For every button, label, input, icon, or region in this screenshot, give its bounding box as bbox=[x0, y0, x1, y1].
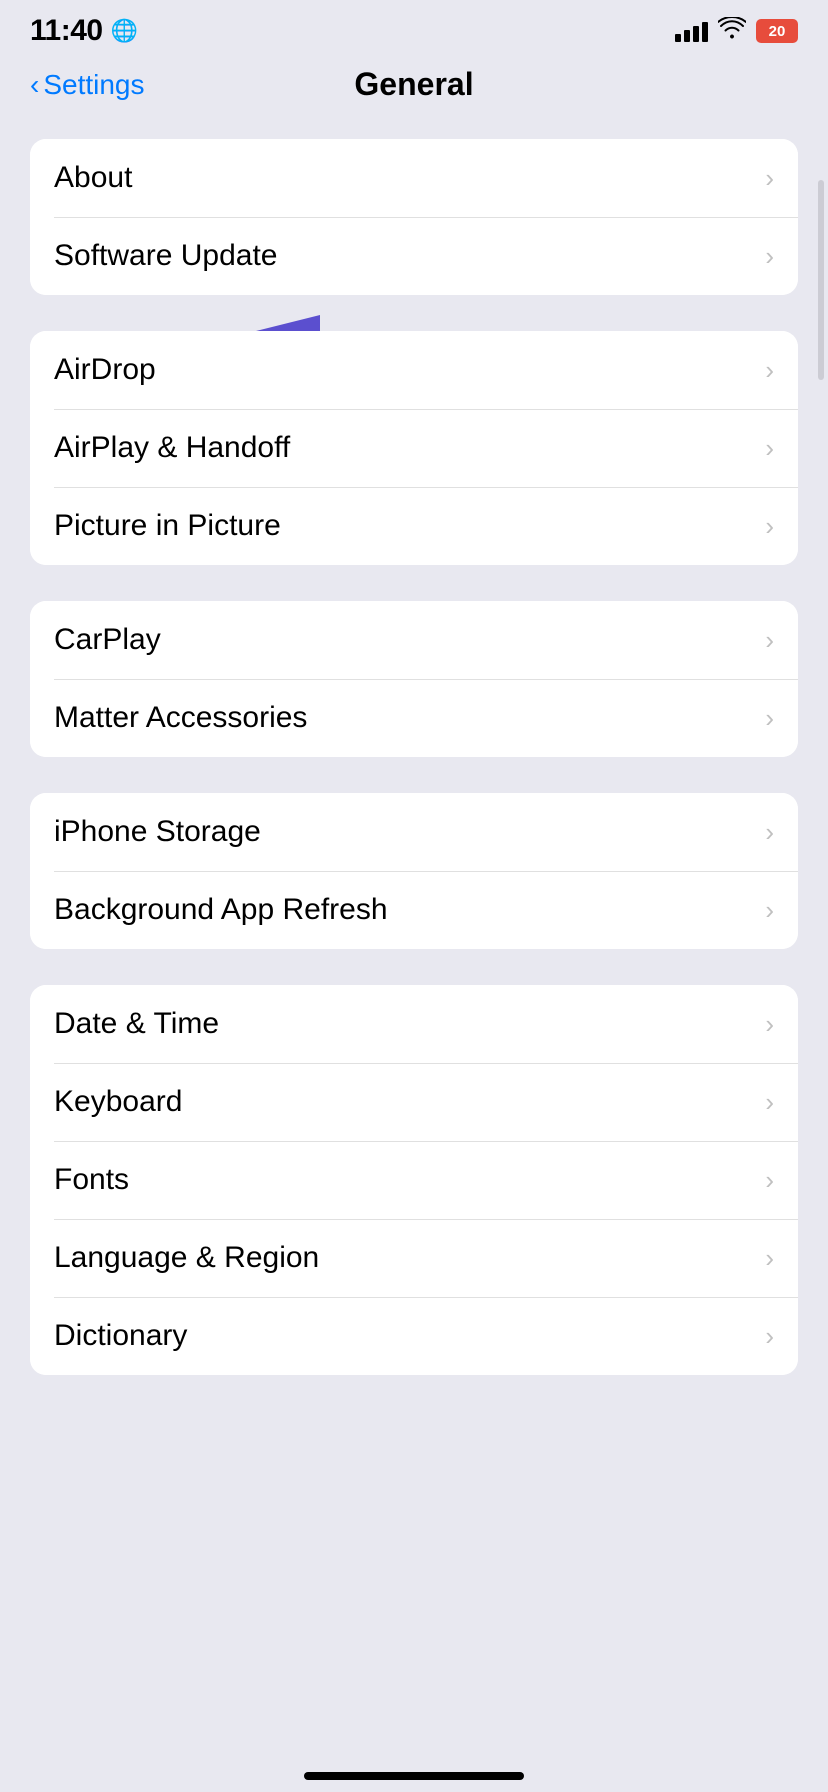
date-time-label: Date & Time bbox=[54, 1007, 219, 1041]
about-row[interactable]: About › bbox=[30, 139, 798, 217]
airplay-handoff-chevron-icon: › bbox=[765, 433, 774, 464]
status-icons: 20 bbox=[675, 17, 798, 45]
language-region-row[interactable]: Language & Region › bbox=[30, 1219, 798, 1297]
fonts-row[interactable]: Fonts › bbox=[30, 1141, 798, 1219]
settings-group-3: CarPlay › Matter Accessories › bbox=[30, 601, 798, 757]
back-button[interactable]: ‹ Settings bbox=[30, 69, 145, 101]
fonts-chevron-icon: › bbox=[765, 1165, 774, 1196]
dictionary-label: Dictionary bbox=[54, 1319, 187, 1353]
software-update-label: Software Update bbox=[54, 239, 277, 273]
picture-in-picture-right: › bbox=[765, 511, 774, 542]
software-update-right: › bbox=[765, 241, 774, 272]
carplay-chevron-icon: › bbox=[765, 625, 774, 656]
airplay-handoff-row[interactable]: AirPlay & Handoff › bbox=[30, 409, 798, 487]
software-update-row[interactable]: Software Update › bbox=[30, 217, 798, 295]
status-bar: 11:40 🌐 20 bbox=[0, 0, 828, 56]
keyboard-chevron-icon: › bbox=[765, 1087, 774, 1118]
home-indicator bbox=[304, 1772, 524, 1780]
signal-bars-icon bbox=[675, 20, 708, 42]
background-app-refresh-chevron-icon: › bbox=[765, 895, 774, 926]
airplay-handoff-label: AirPlay & Handoff bbox=[54, 431, 290, 465]
language-region-right: › bbox=[765, 1243, 774, 1274]
language-region-chevron-icon: › bbox=[765, 1243, 774, 1274]
dictionary-right: › bbox=[765, 1321, 774, 1352]
keyboard-right: › bbox=[765, 1087, 774, 1118]
fonts-label: Fonts bbox=[54, 1163, 129, 1197]
globe-icon: 🌐 bbox=[111, 18, 138, 44]
airdrop-row[interactable]: AirDrop › bbox=[30, 331, 798, 409]
settings-group-1: About › Software Update › bbox=[30, 139, 798, 295]
carplay-row[interactable]: CarPlay › bbox=[30, 601, 798, 679]
background-app-refresh-row[interactable]: Background App Refresh › bbox=[30, 871, 798, 949]
matter-accessories-label: Matter Accessories bbox=[54, 701, 307, 735]
background-app-refresh-label: Background App Refresh bbox=[54, 893, 388, 927]
about-chevron-icon: › bbox=[765, 163, 774, 194]
date-time-chevron-icon: › bbox=[765, 1009, 774, 1040]
nav-bar: ‹ Settings General bbox=[0, 56, 828, 119]
iphone-storage-chevron-icon: › bbox=[765, 817, 774, 848]
keyboard-label: Keyboard bbox=[54, 1085, 182, 1119]
scrollbar[interactable] bbox=[818, 180, 824, 380]
background-app-refresh-right: › bbox=[765, 895, 774, 926]
matter-accessories-chevron-icon: › bbox=[765, 703, 774, 734]
iphone-storage-label: iPhone Storage bbox=[54, 815, 261, 849]
settings-content: About › Software Update › AirDrop › AirP… bbox=[0, 119, 828, 1431]
matter-accessories-right: › bbox=[765, 703, 774, 734]
battery-icon: 20 bbox=[756, 19, 798, 43]
fonts-right: › bbox=[765, 1165, 774, 1196]
back-chevron-icon: ‹ bbox=[30, 71, 39, 99]
signal-bar-4 bbox=[702, 22, 708, 42]
picture-in-picture-label: Picture in Picture bbox=[54, 509, 281, 543]
back-label: Settings bbox=[43, 69, 144, 101]
carplay-label: CarPlay bbox=[54, 623, 161, 657]
settings-group-5: Date & Time › Keyboard › Fonts › Languag… bbox=[30, 985, 798, 1375]
signal-bar-1 bbox=[675, 34, 681, 42]
settings-group-4: iPhone Storage › Background App Refresh … bbox=[30, 793, 798, 949]
signal-bar-3 bbox=[693, 26, 699, 42]
battery-level: 20 bbox=[769, 23, 786, 40]
picture-in-picture-chevron-icon: › bbox=[765, 511, 774, 542]
dictionary-chevron-icon: › bbox=[765, 1321, 774, 1352]
software-update-chevron-icon: › bbox=[765, 241, 774, 272]
picture-in-picture-row[interactable]: Picture in Picture › bbox=[30, 487, 798, 565]
airplay-handoff-right: › bbox=[765, 433, 774, 464]
signal-bar-2 bbox=[684, 30, 690, 42]
matter-accessories-row[interactable]: Matter Accessories › bbox=[30, 679, 798, 757]
dictionary-row[interactable]: Dictionary › bbox=[30, 1297, 798, 1375]
iphone-storage-row[interactable]: iPhone Storage › bbox=[30, 793, 798, 871]
language-region-label: Language & Region bbox=[54, 1241, 319, 1275]
airdrop-right: › bbox=[765, 355, 774, 386]
settings-group-2: AirDrop › AirPlay & Handoff › Picture in… bbox=[30, 331, 798, 565]
keyboard-row[interactable]: Keyboard › bbox=[30, 1063, 798, 1141]
airdrop-chevron-icon: › bbox=[765, 355, 774, 386]
date-time-row[interactable]: Date & Time › bbox=[30, 985, 798, 1063]
carplay-right: › bbox=[765, 625, 774, 656]
iphone-storage-right: › bbox=[765, 817, 774, 848]
about-label: About bbox=[54, 161, 132, 195]
status-time: 11:40 bbox=[30, 14, 103, 48]
about-right: › bbox=[765, 163, 774, 194]
airdrop-label: AirDrop bbox=[54, 353, 156, 387]
wifi-icon bbox=[718, 17, 746, 45]
date-time-right: › bbox=[765, 1009, 774, 1040]
page-title: General bbox=[354, 66, 473, 103]
